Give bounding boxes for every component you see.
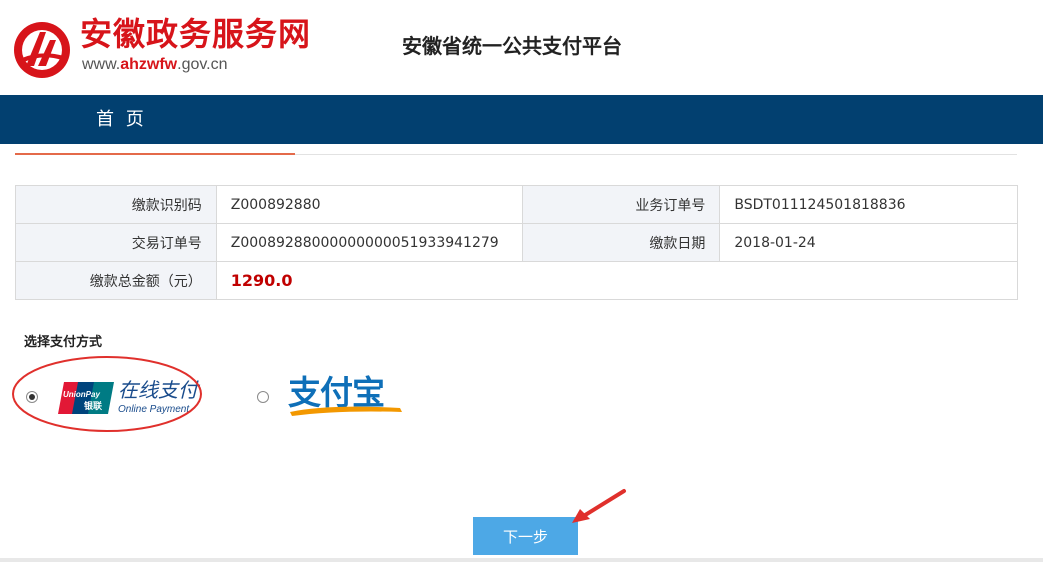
nav-home-link[interactable]: 首 页 [96,95,147,144]
site-url-brand: ahzwfw [120,56,178,73]
alipay-radio[interactable] [257,391,269,403]
payment-id-label: 缴款识别码 [15,185,217,224]
order-info-table: 缴款识别码 Z000892880 业务订单号 BSDT0111245018188… [15,185,1019,300]
business-order-label: 业务订单号 [521,185,721,224]
total-amount-label: 缴款总金额（元） [15,261,217,300]
total-amount-value: 1290.0 [215,261,1019,300]
transaction-order-value: Z00089288000000000051933941279 [215,223,523,262]
alipay-option[interactable]: 支付宝 [288,372,406,418]
site-url-suffix: .gov.cn [177,56,228,73]
unionpay-label-cn: 在线支付 [118,378,198,402]
transaction-order-label: 交易订单号 [15,223,217,262]
alipay-swoosh-icon [290,406,402,416]
ahzwfw-logo-icon[interactable] [12,20,72,80]
next-step-button[interactable]: 下一步 [473,517,578,555]
payment-date-value: 2018-01-24 [719,223,1018,262]
business-order-value: BSDT011124501818836 [719,185,1018,224]
table-row: 缴款识别码 Z000892880 业务订单号 BSDT0111245018188… [15,185,1018,224]
unionpay-logo-icon: UnionPay 银联 [58,382,114,414]
table-row: 缴款总金额（元） 1290.0 [15,261,1019,300]
payment-id-value: Z000892880 [215,185,523,224]
footer-divider [0,558,1043,562]
unionpay-radio[interactable] [26,391,38,403]
main-navbar: 首 页 [0,95,1043,144]
table-row: 交易订单号 Z00089288000000000051933941279 缴款日… [15,223,1018,262]
payment-method-title: 选择支付方式 [24,335,103,350]
payment-date-label: 缴款日期 [521,223,721,262]
platform-title: 安徽省统一公共支付平台 [402,34,622,58]
site-url: www.ahzwfw.gov.cn [82,55,228,75]
unionpay-label-en: Online Payment [118,404,190,415]
site-name[interactable]: 安徽政务服务网 [80,14,311,54]
section-divider-accent [15,153,295,155]
site-header: 安徽政务服务网 www.ahzwfw.gov.cn 安徽省统一公共支付平台 [0,0,1043,94]
unionpay-logo-line1: UnionPay [63,390,100,399]
unionpay-option[interactable]: UnionPay 银联 在线支付 Online Payment [58,378,218,420]
site-url-prefix: www. [82,56,121,73]
unionpay-logo-line2: 银联 [84,400,103,412]
